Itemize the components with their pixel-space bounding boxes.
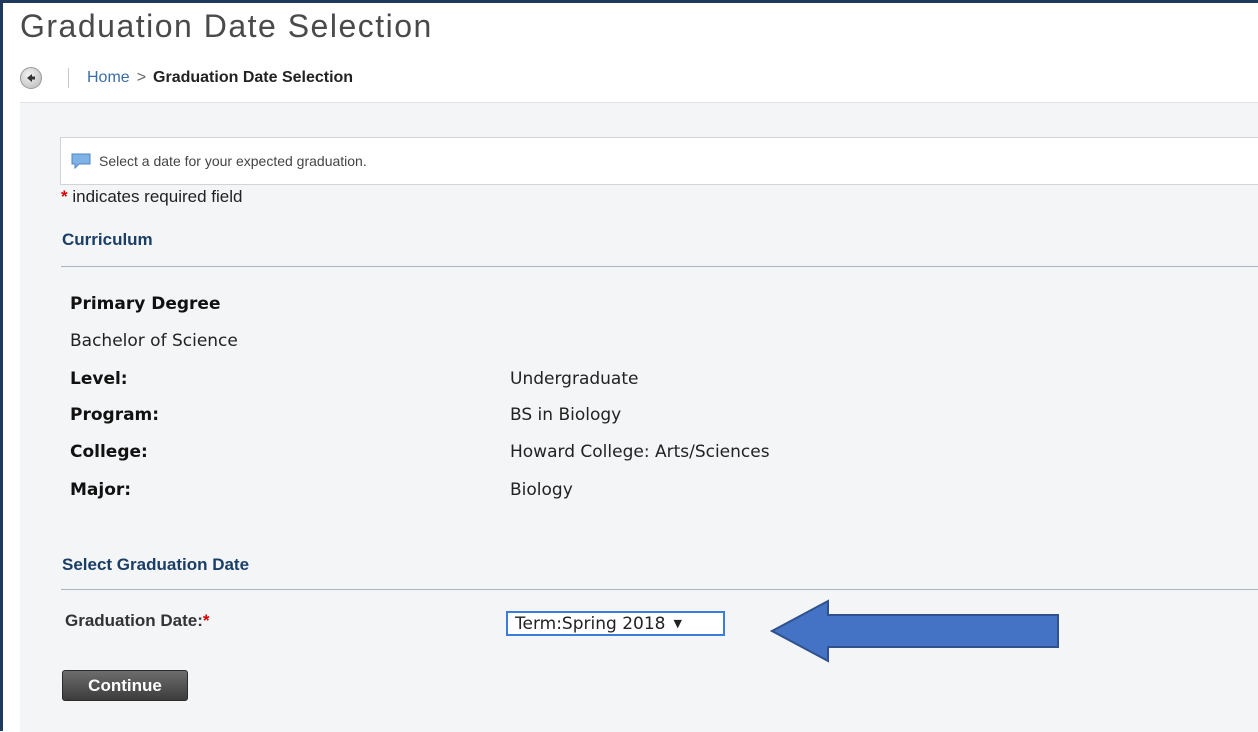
required-star: *	[202, 611, 210, 630]
back-button[interactable]	[20, 67, 42, 89]
window-frame-left	[0, 0, 3, 731]
breadcrumb: Home > Graduation Date Selection	[20, 62, 1258, 94]
major-value: Biology	[510, 480, 573, 500]
curriculum-divider	[61, 266, 1258, 267]
graduation-date-selected-value: Term:Spring 2018	[515, 613, 666, 634]
chevron-down-icon: ▼	[673, 617, 682, 630]
required-note-text: indicates required field	[72, 187, 243, 206]
main-content: Select a date for your expected graduati…	[20, 102, 1258, 732]
graduation-date-label: Graduation Date:*	[65, 611, 210, 631]
breadcrumb-divider	[68, 68, 69, 88]
college-label: College:	[70, 442, 148, 462]
graduation-date-heading: Select Graduation Date	[62, 555, 250, 574]
breadcrumb-current: Graduation Date Selection	[153, 69, 354, 86]
left-arrow-icon	[770, 599, 1059, 663]
graduation-date-select[interactable]: Term:Spring 2018 ▼	[506, 611, 725, 636]
primary-degree-label: Primary Degree	[70, 294, 221, 314]
graduation-date-label-text: Graduation Date:	[65, 611, 203, 630]
required-star: *	[61, 187, 68, 206]
college-value: Howard College: Arts/Sciences	[510, 442, 770, 462]
page-title: Graduation Date Selection	[20, 8, 433, 44]
breadcrumb-home-link[interactable]: Home	[87, 69, 130, 87]
primary-degree-value: Bachelor of Science	[70, 331, 238, 351]
major-label: Major:	[70, 480, 132, 500]
curriculum-heading: Curriculum	[62, 230, 153, 249]
continue-button[interactable]: Continue	[62, 670, 188, 701]
graduation-divider	[61, 589, 1258, 590]
required-field-note: * indicates required field	[61, 187, 242, 207]
info-message-box: Select a date for your expected graduati…	[60, 137, 1258, 185]
back-arrow-icon	[27, 74, 35, 82]
speech-bubble-icon	[71, 153, 91, 169]
breadcrumb-separator: >	[136, 69, 147, 86]
program-label: Program:	[70, 405, 160, 425]
window-frame-top	[0, 0, 1258, 3]
level-value: Undergraduate	[510, 369, 639, 389]
info-message-text: Select a date for your expected graduati…	[99, 153, 367, 169]
program-value: BS in Biology	[510, 405, 622, 425]
level-label: Level:	[70, 369, 128, 389]
